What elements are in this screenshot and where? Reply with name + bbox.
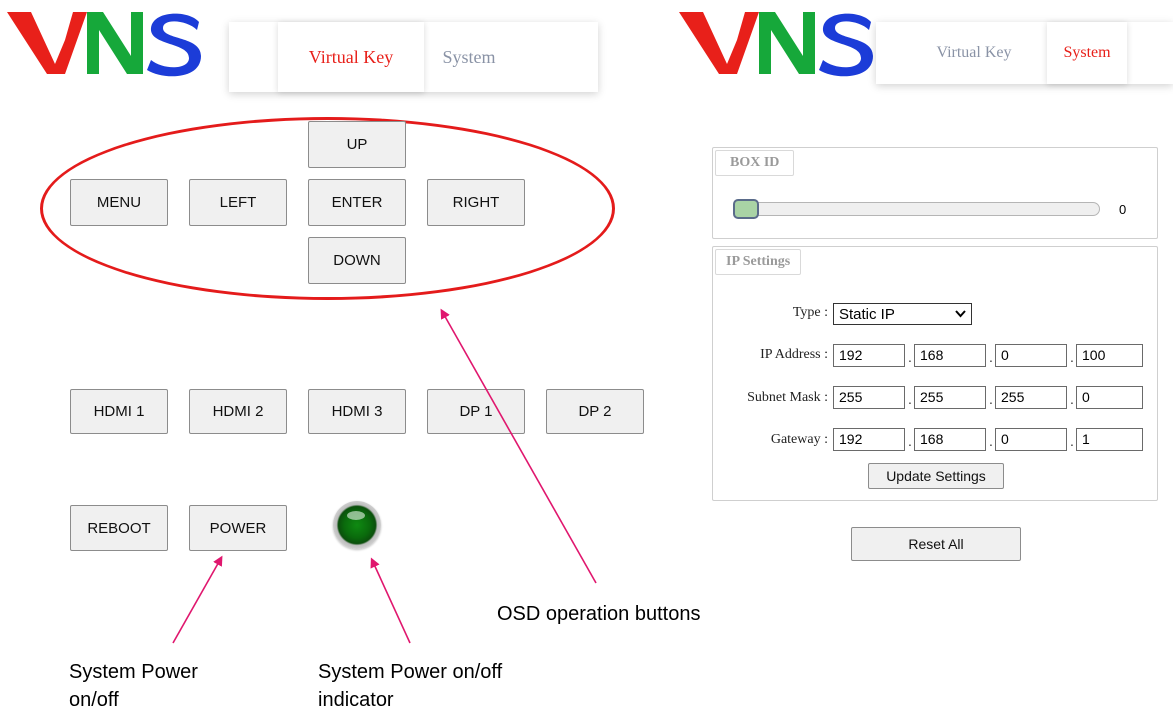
dp2-button[interactable]: DP 2 [546,389,644,434]
ip-octet-2[interactable]: 168 [914,344,986,367]
power-annotation: System Power on/off [69,658,198,714]
chevron-down-icon [955,310,966,318]
left-button[interactable]: LEFT [189,179,287,226]
ip-settings-legend: IP Settings [715,249,802,275]
power-button[interactable]: POWER [189,505,287,551]
hdmi2-button[interactable]: HDMI 2 [189,389,287,434]
box-id-slider-track[interactable] [733,202,1100,216]
gateway-label: Gateway : [770,432,828,447]
update-settings-button[interactable]: Update Settings [868,463,1004,489]
ip-octet-1[interactable]: 192 [833,344,905,367]
subnet-mask-label: Subnet Mask : [747,390,828,405]
gateway-octet-2[interactable]: 168 [914,428,986,451]
power-annotation-line2: on/off [69,689,119,711]
vns-logo [7,12,201,77]
osd-arrow [440,308,597,584]
osd-annotation: OSD operation buttons [497,603,701,625]
reboot-button[interactable]: REBOOT [70,505,168,551]
box-id-panel: BOX ID [712,147,1158,239]
right-nav-bar: Virtual Key System [876,22,1173,84]
gateway-octet-1[interactable]: 192 [833,428,905,451]
power-indicator-light [333,501,381,549]
enter-button[interactable]: ENTER [308,179,406,226]
indicator-annotation-line2: indicator [318,689,394,711]
indicator-arrow [370,557,411,644]
mask-octet-3[interactable]: 255 [995,386,1067,409]
tab-system[interactable]: System [424,22,514,92]
mask-octet-4[interactable]: 0 [1076,386,1143,409]
ip-type-select[interactable]: Static IP [833,303,972,325]
gateway-octet-3[interactable]: 0 [995,428,1067,451]
reset-all-button[interactable]: Reset All [851,527,1021,561]
mask-octet-2[interactable]: 255 [914,386,986,409]
tab-virtual-key-right[interactable]: Virtual Key [901,22,1047,84]
indicator-annotation-line1: System Power on/off [318,661,503,683]
mask-octet-1[interactable]: 255 [833,386,905,409]
ip-type-value: Static IP [839,305,895,323]
box-id-slider-thumb[interactable] [733,199,759,219]
power-annotation-line1: System Power [69,661,198,683]
up-button[interactable]: UP [308,121,406,168]
indicator-annotation: System Power on/off indicator [318,658,502,714]
dp1-button[interactable]: DP 1 [427,389,525,434]
box-id-legend: BOX ID [715,150,795,176]
vns-logo-right [679,12,873,77]
hdmi1-button[interactable]: HDMI 1 [70,389,168,434]
type-label: Type : [792,305,828,320]
right-button[interactable]: RIGHT [427,179,525,226]
ip-address-label: IP Address : [760,347,828,362]
power-arrow [172,555,223,644]
menu-button[interactable]: MENU [70,179,168,226]
down-button[interactable]: DOWN [308,237,406,284]
gateway-octet-4[interactable]: 1 [1076,428,1143,451]
ip-octet-4[interactable]: 100 [1076,344,1143,367]
box-id-value: 0 [1119,202,1127,217]
tab-system-right[interactable]: System [1047,22,1127,84]
hdmi3-button[interactable]: HDMI 3 [308,389,406,434]
left-nav-bar: Virtual Key System [229,22,598,92]
ip-octet-3[interactable]: 0 [995,344,1067,367]
tab-virtual-key[interactable]: Virtual Key [278,22,424,92]
